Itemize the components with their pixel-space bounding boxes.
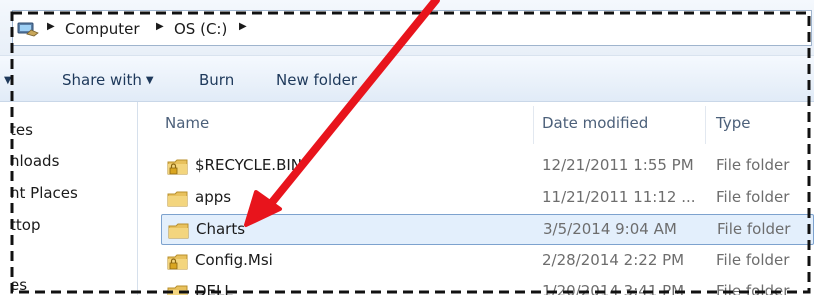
address-bar: ▶ Computer ▶ OS (C:) ▶ [0, 0, 814, 56]
file-row[interactable]: apps 11/21/2011 11:12 ... File folder [161, 183, 814, 214]
breadcrumb-chevron-icon[interactable]: ▶ [47, 21, 55, 32]
share-with-label: Share with [62, 71, 142, 89]
file-name: apps [195, 188, 232, 206]
nav-item-downloads[interactable]: nloads [10, 152, 59, 170]
breadcrumb-chevron-icon[interactable]: ▶ [156, 21, 164, 32]
file-row[interactable]: DELL 1/20/2014 3:41 PM File folder [161, 277, 814, 295]
file-date: 1/20/2014 3:41 PM [542, 282, 685, 295]
file-name: Charts [196, 220, 246, 238]
address-field[interactable]: ▶ Computer ▶ OS (C:) ▶ [12, 10, 812, 46]
share-with-button[interactable]: Share with ▼ [62, 71, 154, 89]
file-date: 2/28/2014 2:22 PM [542, 251, 685, 269]
new-folder-button[interactable]: New folder [276, 71, 357, 89]
breadcrumb-chevron-icon[interactable]: ▶ [239, 21, 247, 32]
locked-folder-icon [167, 158, 189, 180]
locked-folder-icon [167, 253, 189, 275]
burn-button[interactable]: Burn [199, 71, 234, 89]
file-type: File folder [716, 188, 790, 206]
file-name: $RECYCLE.BIN [195, 156, 303, 174]
dropdown-caret-icon: ▼ [145, 75, 154, 86]
folder-icon [168, 222, 190, 244]
column-header-type[interactable]: Type [716, 114, 750, 132]
file-name: Config.Msi [195, 251, 273, 269]
folder-icon [167, 190, 189, 212]
nav-item-favorites[interactable]: tes [10, 121, 33, 139]
file-list: Name Date modified Type $RECYCLE.BIN 12/… [139, 102, 814, 295]
column-header-date[interactable]: Date modified [542, 114, 648, 132]
file-type: File folder [716, 251, 790, 269]
file-name: DELL [195, 282, 233, 295]
file-row-selected[interactable]: Charts 3/5/2014 9:04 AM File folder [161, 214, 814, 245]
breadcrumb-os-drive[interactable]: OS (C:) [174, 20, 227, 38]
column-divider[interactable] [705, 106, 706, 144]
file-row[interactable]: Config.Msi 2/28/2014 2:22 PM File folder [161, 246, 814, 277]
breadcrumb-computer[interactable]: Computer [65, 20, 140, 38]
organize-caret-icon[interactable]: ▼ [4, 75, 12, 86]
file-type: File folder [716, 282, 790, 295]
file-type: File folder [717, 220, 791, 238]
folder-icon [167, 284, 189, 295]
file-type: File folder [716, 156, 790, 174]
file-date: 11/21/2011 11:12 ... [542, 188, 696, 206]
navigation-pane: tes nloads nt Places ttop es [0, 102, 138, 295]
command-bar: ▼ Share with ▼ Burn New folder [0, 56, 814, 102]
column-divider[interactable] [533, 106, 534, 144]
nav-item-recent-places[interactable]: nt Places [10, 184, 78, 202]
file-row[interactable]: $RECYCLE.BIN 12/21/2011 1:55 PM File fol… [161, 151, 814, 182]
column-header-name[interactable]: Name [165, 114, 209, 132]
file-date: 12/21/2011 1:55 PM [542, 156, 694, 174]
nav-item-libraries[interactable]: es [10, 276, 27, 294]
computer-icon [17, 20, 39, 42]
nav-item-desktop[interactable]: ttop [10, 216, 40, 234]
file-date: 3/5/2014 9:04 AM [543, 220, 677, 238]
